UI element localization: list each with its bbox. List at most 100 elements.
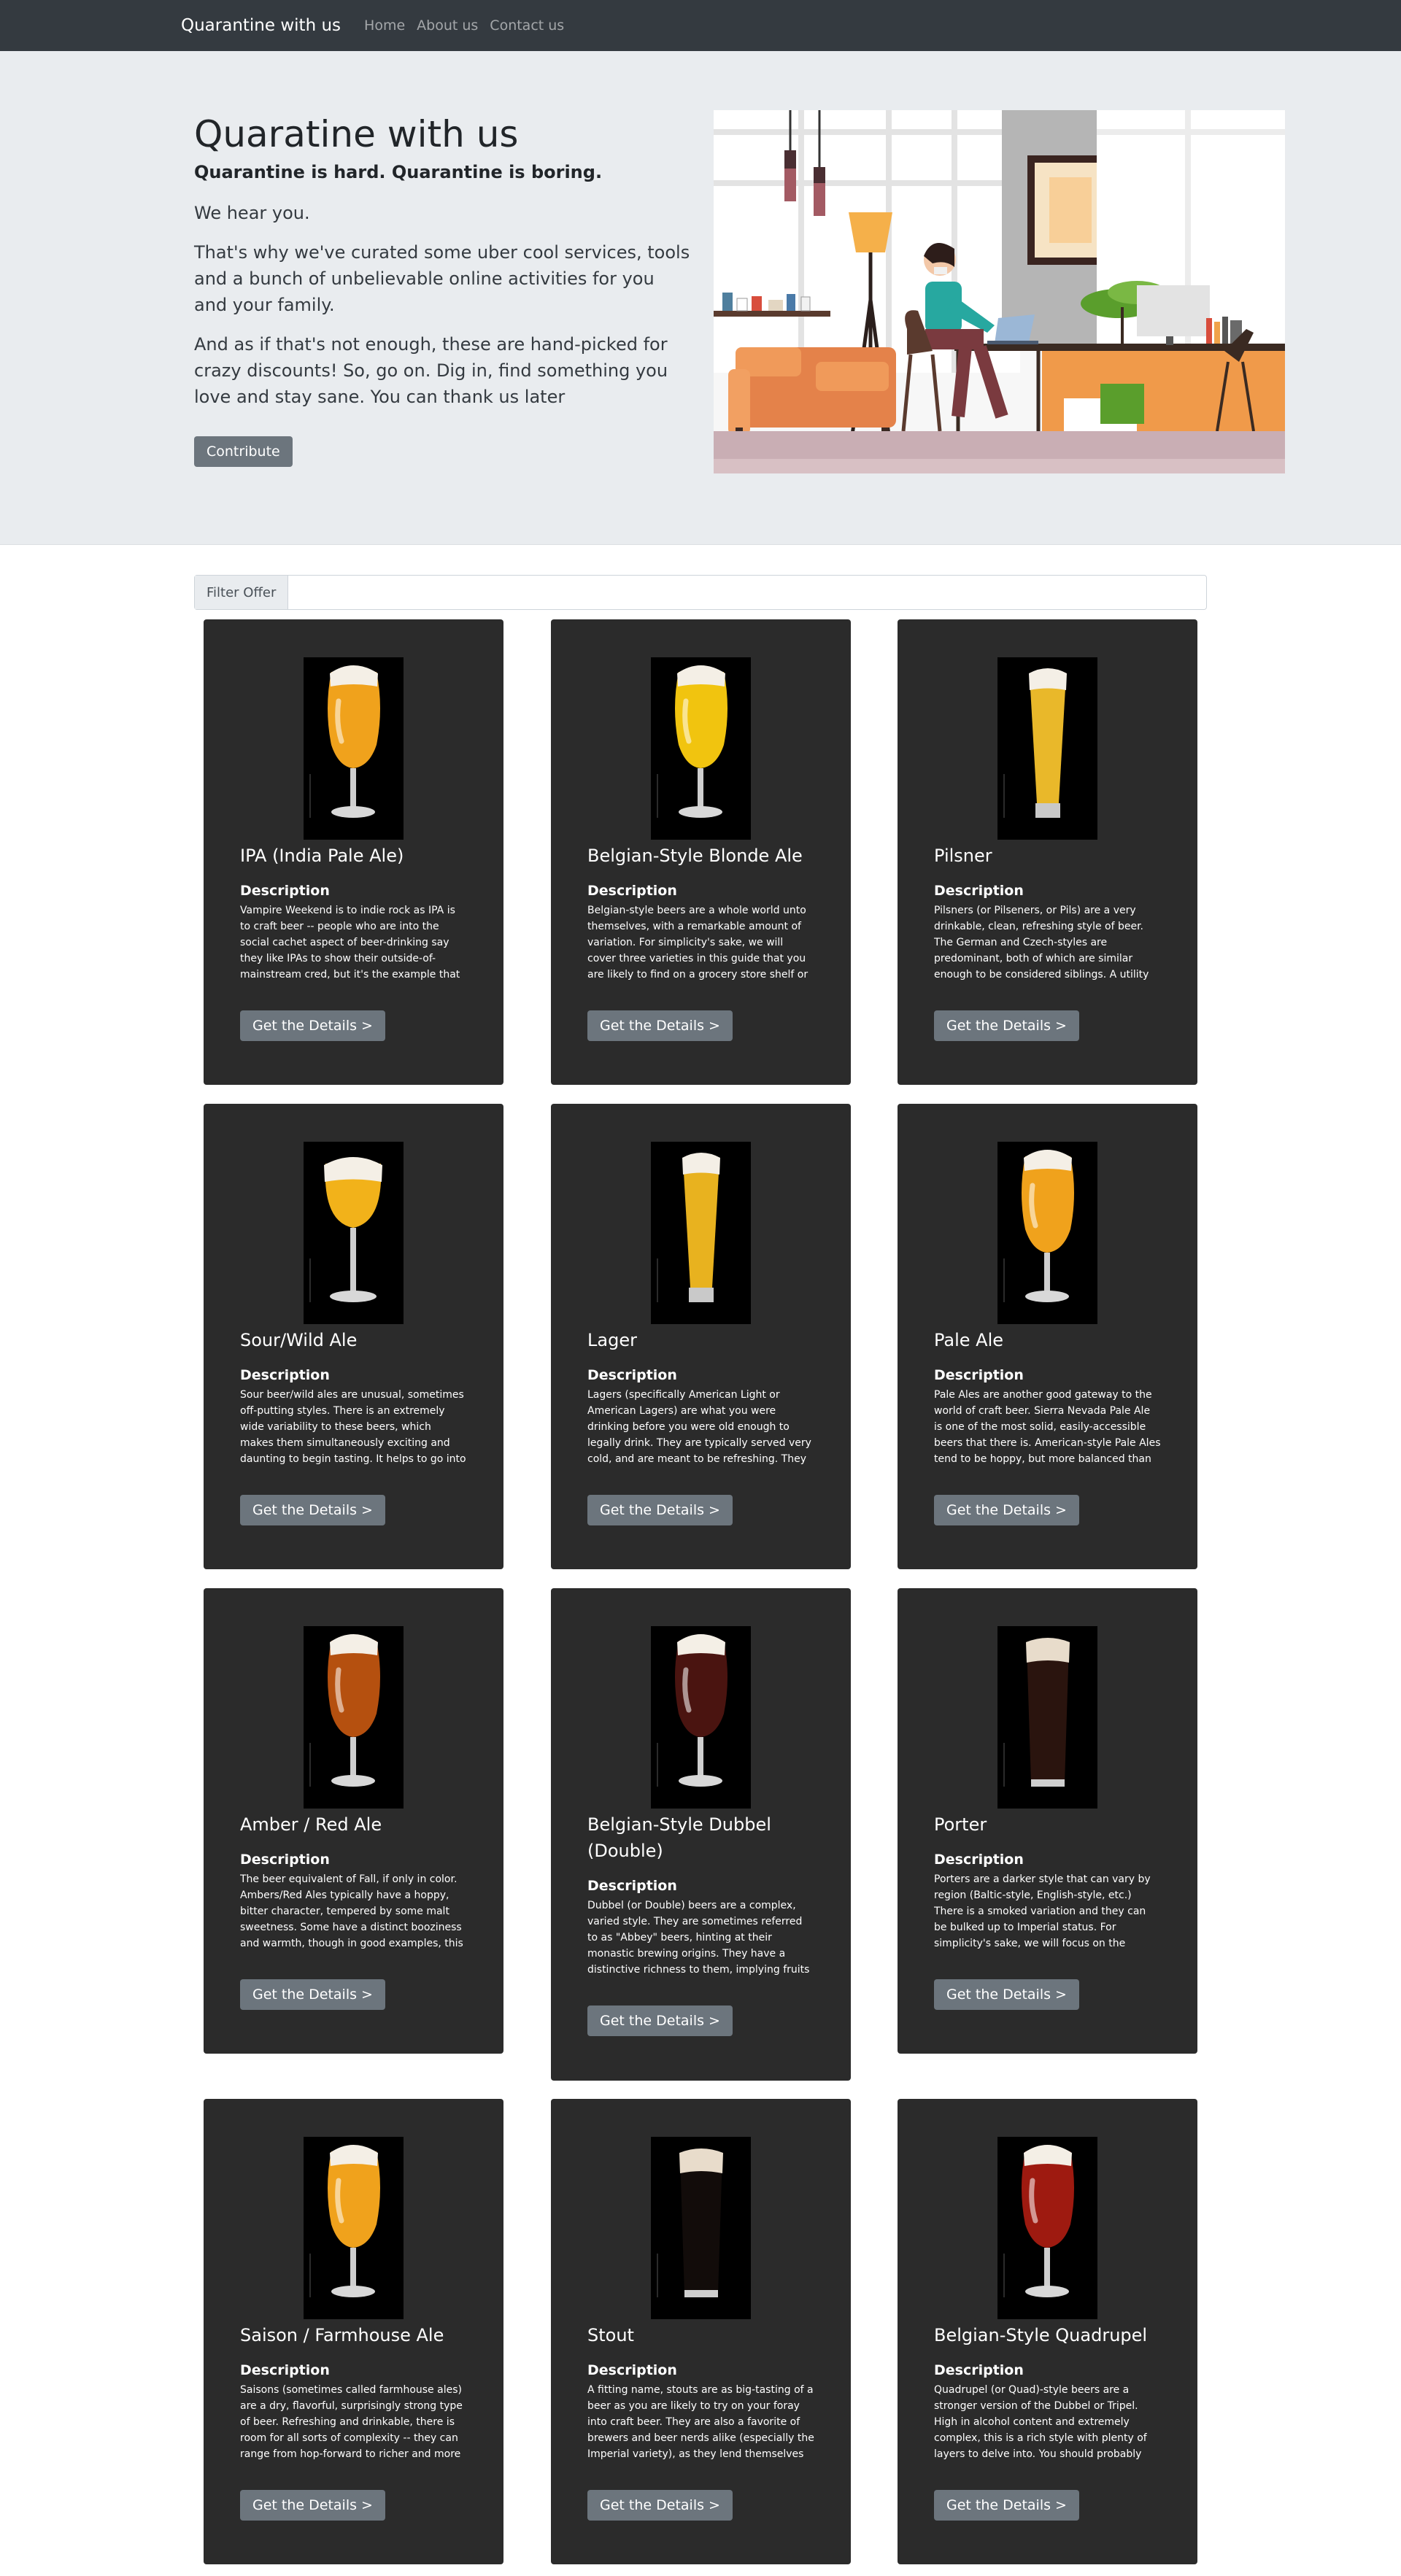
- beer-image: [304, 657, 404, 840]
- card-text: Sour beer/wild ales are unusual, sometim…: [240, 1389, 466, 1465]
- card-description-label: Description: [240, 883, 330, 899]
- card-description-label: Description: [587, 883, 677, 899]
- get-details-button[interactable]: Get the Details >: [587, 1495, 733, 1525]
- beer-image: [304, 1142, 404, 1324]
- card-title: Pilsner: [934, 846, 992, 866]
- card-description-label: Description: [934, 883, 1024, 899]
- beer-image: [997, 1626, 1097, 1809]
- beer-image: [651, 1626, 751, 1809]
- beer-glass-icon: [651, 657, 751, 840]
- get-details-button[interactable]: Get the Details >: [240, 2490, 385, 2521]
- hero-illustration: [714, 110, 1285, 473]
- get-details-button[interactable]: Get the Details >: [934, 2490, 1079, 2521]
- card-title: Belgian-Style Quadrupel: [934, 2325, 1148, 2345]
- get-details-button[interactable]: Get the Details >: [934, 1010, 1079, 1041]
- card-description-label: Description: [587, 2362, 677, 2378]
- nav-link-home[interactable]: Home: [364, 18, 405, 34]
- beer-card: Saison / Farmhouse Ale Description Saisons…: [204, 2099, 503, 2564]
- card-text: Dubbel (or Double) beers are a complex, …: [587, 1900, 810, 1976]
- beer-card: Pale Ale Description Pale Ales are another…: [898, 1104, 1197, 1569]
- get-details-button[interactable]: Get the Details >: [587, 1010, 733, 1041]
- beer-glass-icon: [997, 657, 1097, 840]
- beer-glass-icon: [304, 2137, 404, 2319]
- beer-glass-icon: [304, 1142, 404, 1324]
- beer-glass-icon: [304, 1626, 404, 1809]
- office-illustration: [714, 110, 1285, 473]
- beer-image: [997, 2137, 1097, 2319]
- card-title: Stout: [587, 2325, 634, 2345]
- navbar: Quarantine with us Home About us Contact…: [0, 0, 1401, 51]
- filter-offer-input[interactable]: [288, 576, 1206, 609]
- card-description-label: Description: [240, 2362, 330, 2378]
- beer-card: Belgian-Style Dubbel (Double) Description…: [551, 1588, 851, 2081]
- beer-glass-icon: [651, 1626, 751, 1809]
- card-text: Pilsners (or Pilseners, or Pils) are a v…: [934, 905, 1149, 980]
- beer-glass-icon: [651, 1142, 751, 1324]
- hero-title: Quaratine with us: [194, 113, 519, 155]
- nav-link-about[interactable]: About us: [417, 18, 478, 34]
- navbar-brand[interactable]: Quarantine with us: [181, 16, 341, 35]
- beer-card: Pilsner Description Pilsners (or Pilseners…: [898, 619, 1197, 1085]
- card-text: Lagers (specifically American Light or A…: [587, 1389, 811, 1465]
- card-title: Belgian-Style Dubbel (Double): [587, 1814, 771, 1861]
- card-title: Lager: [587, 1330, 637, 1350]
- beer-image: [304, 2137, 404, 2319]
- beer-card: Sour/Wild Ale Description Sour beer/wild a…: [204, 1104, 503, 1569]
- card-description-label: Description: [240, 1852, 330, 1868]
- get-details-button[interactable]: Get the Details >: [587, 2006, 733, 2036]
- card-title: Saison / Farmhouse Ale: [240, 2325, 444, 2345]
- filter-offer-group: Filter Offer: [194, 575, 1207, 610]
- beer-card: Belgian-Style Quadrupel Description Quadru…: [898, 2099, 1197, 2564]
- beer-image: [651, 657, 751, 840]
- hero-text: Quaratine with us Quarantine is hard. Qu…: [194, 112, 690, 467]
- beer-card: Porter Description Porters are a darker st…: [898, 1588, 1197, 2054]
- card-description-label: Description: [587, 1878, 677, 1894]
- card-text: Porters are a darker style that can vary…: [934, 1873, 1151, 1949]
- card-description-label: Description: [240, 1367, 330, 1383]
- beer-glass-icon: [997, 1626, 1097, 1809]
- beer-image: [997, 1142, 1097, 1324]
- card-text: Vampire Weekend is to indie rock as IPA …: [240, 905, 460, 980]
- hero-subtitle: Quarantine is hard. Quarantine is boring…: [194, 162, 603, 182]
- card-text: A fitting name, stouts are as big-tastin…: [587, 2384, 814, 2460]
- nav-link-contact[interactable]: Contact us: [490, 18, 564, 34]
- hero-paragraph: We hear you.: [194, 203, 310, 223]
- beer-glass-icon: [997, 2137, 1097, 2319]
- beer-glass-icon: [304, 657, 404, 840]
- beer-card: IPA (India Pale Ale) Description Vampire W…: [204, 619, 503, 1085]
- beer-card: Lager Description Lagers (specifically Ame…: [551, 1104, 851, 1569]
- beer-glass-icon: [651, 2137, 751, 2319]
- card-title: Amber / Red Ale: [240, 1814, 382, 1835]
- hero-paragraph: That's why we've curated some uber cool …: [194, 242, 690, 315]
- card-text: Saisons (sometimes called farmhouse ales…: [240, 2384, 463, 2460]
- card-description-label: Description: [587, 1367, 677, 1383]
- filter-offer-label: Filter Offer: [195, 576, 289, 609]
- beer-card: Belgian-Style Blonde Ale Description Belgi…: [551, 619, 851, 1085]
- beer-image: [651, 1142, 751, 1324]
- beer-card: Amber / Red Ale Description The beer equiv…: [204, 1588, 503, 2054]
- card-description-label: Description: [934, 2362, 1024, 2378]
- card-title: Belgian-Style Blonde Ale: [587, 846, 803, 866]
- hero-paragraph: And as if that's not enough, these are h…: [194, 334, 668, 407]
- get-details-button[interactable]: Get the Details >: [240, 1495, 385, 1525]
- beer-image: [997, 657, 1097, 840]
- beer-image: [651, 2137, 751, 2319]
- contribute-button[interactable]: Contribute: [194, 436, 293, 467]
- beer-card: Stout Description A fitting name, stouts a…: [551, 2099, 851, 2564]
- card-description-label: Description: [934, 1852, 1024, 1868]
- beer-image: [304, 1626, 404, 1809]
- get-details-button[interactable]: Get the Details >: [934, 1979, 1079, 2010]
- card-title: Porter: [934, 1814, 987, 1835]
- card-title: Sour/Wild Ale: [240, 1330, 358, 1350]
- get-details-button[interactable]: Get the Details >: [240, 1010, 385, 1041]
- card-description-label: Description: [934, 1367, 1024, 1383]
- card-text: The beer equivalent of Fall, if only in …: [240, 1873, 463, 1949]
- get-details-button[interactable]: Get the Details >: [587, 2490, 733, 2521]
- card-title: IPA (India Pale Ale): [240, 846, 404, 866]
- card-title: Pale Ale: [934, 1330, 1004, 1350]
- hero-jumbotron: Quaratine with us Quarantine is hard. Qu…: [0, 51, 1401, 545]
- get-details-button[interactable]: Get the Details >: [240, 1979, 385, 2010]
- get-details-button[interactable]: Get the Details >: [934, 1495, 1079, 1525]
- card-text: Belgian-style beers are a whole world un…: [587, 905, 808, 980]
- beer-glass-icon: [997, 1142, 1097, 1324]
